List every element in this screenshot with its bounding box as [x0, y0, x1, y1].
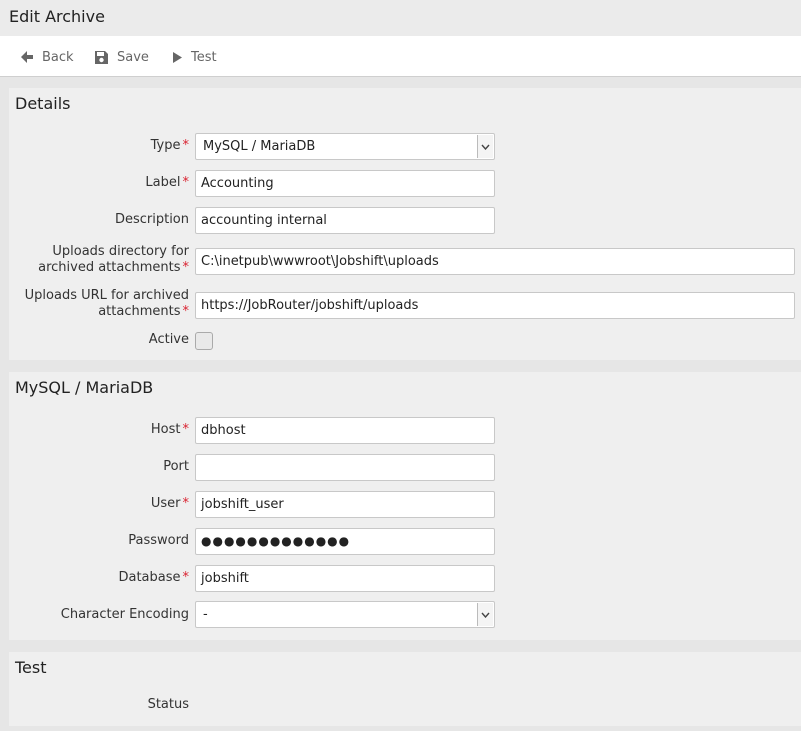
details-panel: Details Type * MySQL / MariaDB Label * Acc… — [9, 88, 801, 360]
user-input[interactable]: jobshift_user — [195, 491, 495, 518]
test-button[interactable]: Test — [172, 47, 217, 67]
floppy-disk-icon — [94, 50, 109, 65]
required-marker: * — [182, 260, 190, 275]
active-label: Active — [148, 332, 189, 347]
mysql-heading: MySQL / MariaDB — [15, 378, 154, 397]
host-label: Host * — [150, 422, 190, 437]
uploads-url-label: Uploads URL for archived attachments * — [24, 288, 190, 319]
description-label: Description — [114, 212, 189, 227]
toolbar: Back Save Test — [0, 36, 801, 77]
uploads-url-input[interactable]: https://JobRouter/jobshift/uploads — [195, 292, 795, 319]
active-checkbox[interactable] — [195, 332, 213, 350]
port-input[interactable] — [195, 454, 495, 481]
required-marker: * — [182, 138, 190, 153]
title-bar: Edit Archive — [0, 0, 801, 36]
database-label: Database * — [118, 570, 190, 585]
chevron-down-icon — [477, 603, 493, 626]
user-label: User * — [150, 496, 190, 511]
back-label: Back — [42, 49, 74, 65]
status-label: Status — [147, 697, 189, 712]
arrow-left-icon — [20, 50, 34, 64]
port-label: Port — [163, 459, 189, 474]
details-heading: Details — [15, 94, 71, 113]
character-encoding-value: - — [203, 607, 208, 622]
type-select-value: MySQL / MariaDB — [203, 139, 316, 154]
test-label: Test — [191, 49, 217, 65]
chevron-down-icon — [477, 135, 493, 158]
description-input[interactable]: accounting internal — [195, 207, 495, 234]
required-marker: * — [182, 422, 190, 437]
label-label: Label * — [145, 175, 190, 190]
host-input[interactable]: dbhost — [195, 417, 495, 444]
test-panel: Test Status — [9, 652, 801, 726]
password-label: Password — [128, 533, 189, 548]
database-input[interactable]: jobshift — [195, 565, 495, 592]
password-input[interactable]: ●●●●●●●●●●●●● — [195, 528, 495, 555]
save-label: Save — [117, 49, 149, 65]
required-marker: * — [182, 175, 190, 190]
type-label: Type * — [150, 138, 190, 153]
required-marker: * — [182, 570, 190, 585]
mysql-panel: MySQL / MariaDB Host * dbhost Port User * … — [9, 372, 801, 640]
uploads-directory-input[interactable]: C:\inetpub\wwwroot\Jobshift\uploads — [195, 248, 795, 275]
page-title: Edit Archive — [9, 7, 105, 26]
play-icon — [172, 51, 183, 64]
uploads-directory-label: Uploads directory for archived attachmen… — [38, 244, 190, 275]
back-button[interactable]: Back — [20, 47, 74, 67]
test-heading: Test — [15, 658, 47, 677]
save-button[interactable]: Save — [94, 47, 149, 67]
required-marker: * — [182, 496, 190, 511]
required-marker: * — [182, 304, 190, 319]
character-encoding-label: Character Encoding — [60, 607, 189, 622]
type-select[interactable]: MySQL / MariaDB — [195, 133, 495, 160]
character-encoding-select[interactable]: - — [195, 601, 495, 628]
label-input[interactable]: Accounting — [195, 170, 495, 197]
